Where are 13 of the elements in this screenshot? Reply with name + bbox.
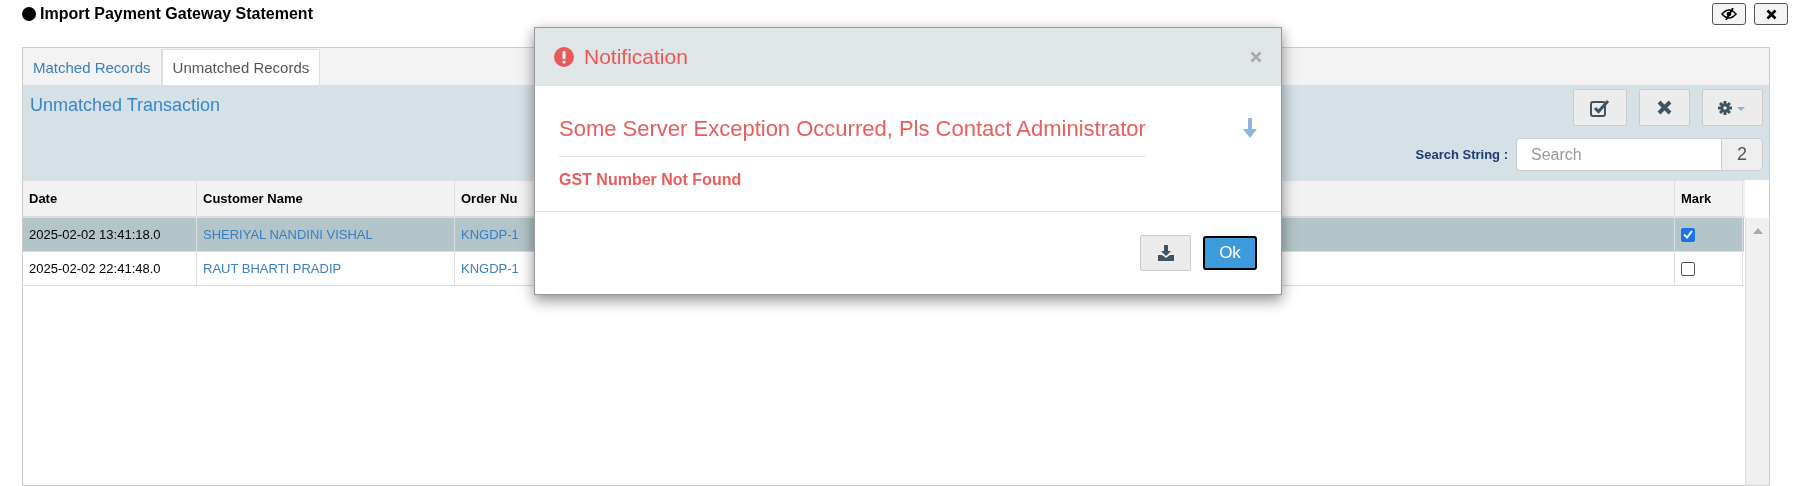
column-header: Date <box>23 181 197 216</box>
column-header: Customer Name <box>197 181 455 216</box>
table-cell: 2025-02-02 13:41:18.0 <box>23 218 197 251</box>
table-cell: 2025-02-02 22:41:48.0 <box>23 252 197 285</box>
page-title: Import Payment Gateway Statement <box>40 5 313 23</box>
error-message: Some Server Exception Occurred, Pls Contact Administrator <box>559 116 1146 157</box>
dialog-title: Notification <box>584 45 688 69</box>
table-cell: RAUT BHARTI PRADIP <box>197 252 455 285</box>
panel-title: Unmatched Transaction <box>30 95 221 117</box>
search-label: Search String : <box>1415 147 1508 162</box>
column-header: Mark <box>1675 181 1743 216</box>
table-cell: SHERIYAL NANDINI VISHAL <box>197 218 455 251</box>
result-count: 2 <box>1721 138 1763 171</box>
